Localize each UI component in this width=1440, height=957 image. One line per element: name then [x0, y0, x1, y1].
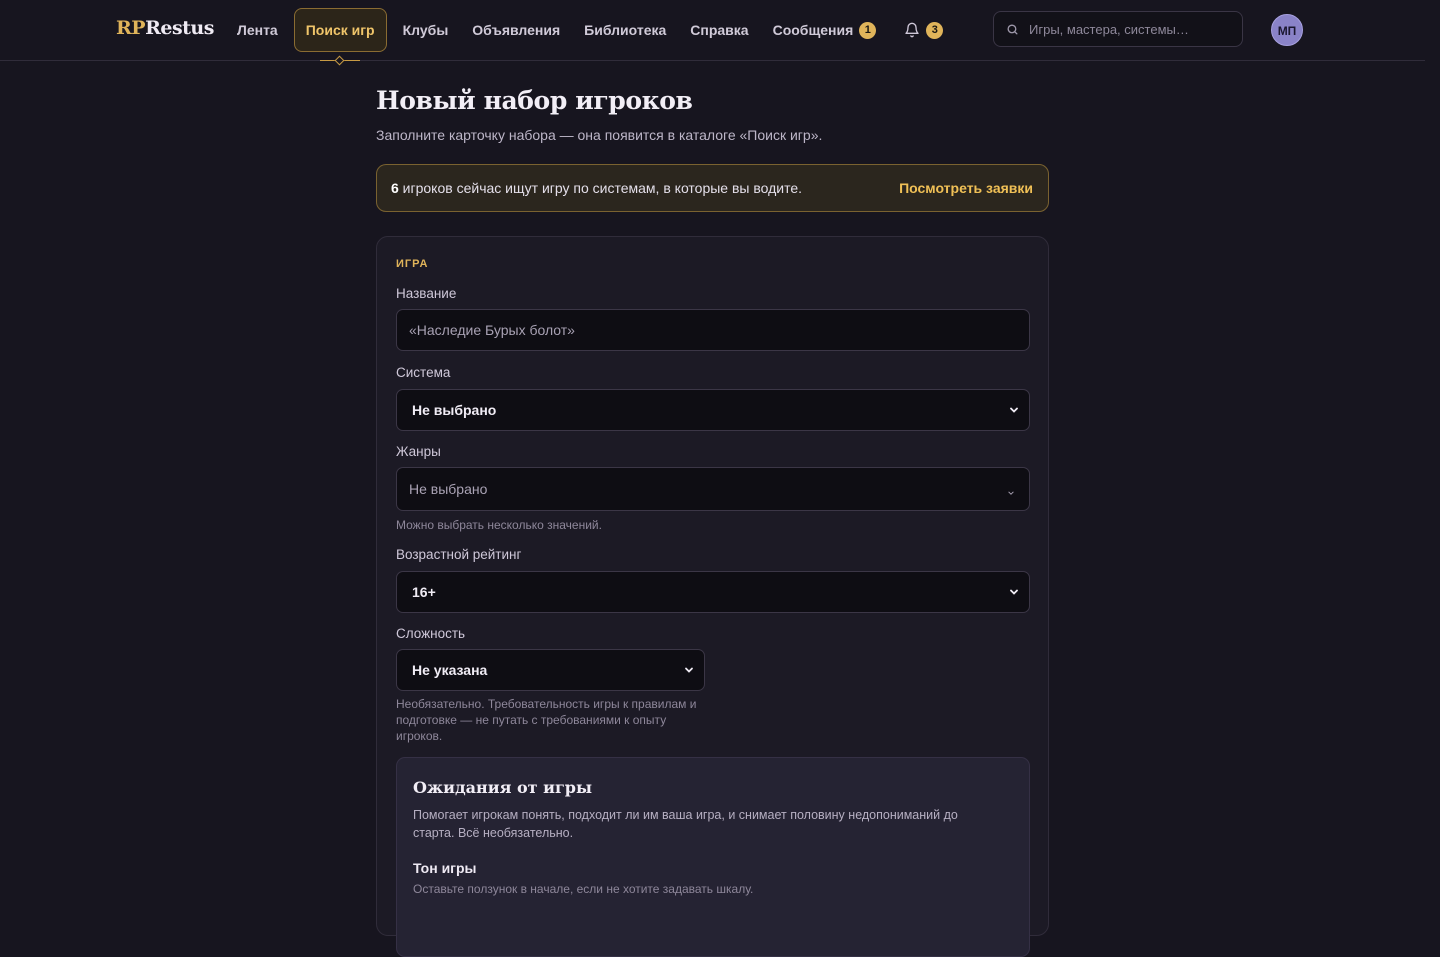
- tone-label: Тон игры: [413, 860, 477, 876]
- complexity-label: Сложность: [396, 626, 466, 641]
- nav-item-help[interactable]: Справка: [678, 9, 760, 51]
- notice-text: 6 игроков сейчас ищут игру по системам, …: [391, 180, 802, 196]
- name-placeholder: «Наследие Бурых болот»: [409, 322, 575, 338]
- age-rating-label: Возрастной рейтинг: [396, 547, 522, 562]
- main-content: Новый набор игроков Заполните карточку н…: [376, 86, 1049, 957]
- name-input[interactable]: «Наследие Бурых болот»: [396, 309, 1030, 351]
- genres-hint: Можно выбрать несколько значений.: [396, 518, 602, 532]
- expectations-description: Помогает игрокам понять, подходит ли им …: [413, 808, 958, 840]
- nav-label: Объявления: [472, 22, 561, 38]
- age-rating-value: 16+: [412, 584, 436, 600]
- genres-label: Жанры: [396, 444, 441, 459]
- nav-label: Библиотека: [584, 22, 667, 38]
- nav-item-announcements[interactable]: Объявления: [460, 9, 572, 51]
- genres-multiselect[interactable]: Не выбрано: [396, 467, 1030, 511]
- notifications-button[interactable]: 3: [896, 9, 951, 51]
- page-subtitle: Заполните карточку набора — она появится…: [376, 127, 823, 143]
- name-label: Название: [396, 286, 457, 301]
- chevron-down-icon: [685, 667, 693, 673]
- top-navigation-bar: RPRestus Лента Поиск игр Клубы Объявлени…: [0, 0, 1425, 66]
- logo[interactable]: RPRestus: [116, 17, 214, 39]
- nav-item-library[interactable]: Библиотека: [572, 9, 678, 51]
- notice-count: 6: [391, 180, 399, 196]
- age-rating-select[interactable]: 16+: [396, 571, 1030, 613]
- nav-item-clubs[interactable]: Клубы: [391, 9, 461, 51]
- search-box: [993, 11, 1243, 47]
- nav-label: Клубы: [402, 22, 449, 38]
- system-label: Система: [396, 365, 451, 380]
- main-nav: Лента Поиск игр Клубы Объявления Библиот…: [225, 8, 951, 66]
- expectations-title: Ожидания от игры: [413, 778, 593, 797]
- nav-item-feed[interactable]: Лента: [225, 9, 290, 51]
- system-value: Не выбрано: [412, 402, 497, 418]
- search-input[interactable]: [1027, 20, 1231, 38]
- page-title: Новый набор игроков: [376, 86, 693, 115]
- chevron-down-icon: [1010, 407, 1018, 413]
- players-notice: 6 игроков сейчас ищут игру по системам, …: [376, 164, 1049, 212]
- logo-restus: Restus: [145, 17, 214, 39]
- nav-item-messages[interactable]: Сообщения 1: [761, 9, 889, 51]
- genres-value: Не выбрано: [409, 481, 488, 497]
- complexity-select[interactable]: Не указана: [396, 649, 705, 691]
- complexity-hint: Необязательно. Требовательность игры к п…: [396, 697, 697, 743]
- notifications-badge: 3: [926, 21, 944, 39]
- nav-label: Лента: [237, 22, 278, 38]
- expectations-card: Ожидания от игры Помогает игрокам понять…: [396, 757, 1030, 957]
- complexity-value: Не указана: [412, 662, 488, 678]
- nav-label: Сообщения: [772, 22, 854, 38]
- messages-badge: 1: [859, 21, 877, 39]
- nav-label: Поиск игр: [305, 22, 375, 38]
- chevron-down-icon: [1010, 589, 1018, 595]
- game-form-card: ИГРА Название «Наследие Бурых болот» Сис…: [376, 236, 1049, 957]
- chevron-down-icon: [1008, 491, 1014, 495]
- active-indicator: [320, 55, 361, 66]
- search-icon: [1007, 23, 1018, 35]
- section-label-game: ИГРА: [396, 258, 429, 270]
- system-select[interactable]: Не выбрано: [396, 389, 1030, 431]
- logo-rp: RP: [116, 17, 146, 39]
- nav-item-game-search[interactable]: Поиск игр: [293, 8, 387, 66]
- bell-icon: [905, 22, 919, 38]
- nav-label: Справка: [690, 22, 749, 38]
- view-requests-link[interactable]: Посмотреть заявки: [899, 180, 1033, 196]
- avatar[interactable]: МП: [1271, 14, 1303, 46]
- notice-message: игроков сейчас ищут игру по системам, в …: [398, 180, 803, 196]
- tone-hint: Оставьте ползунок в начале, если не хоти…: [413, 882, 754, 896]
